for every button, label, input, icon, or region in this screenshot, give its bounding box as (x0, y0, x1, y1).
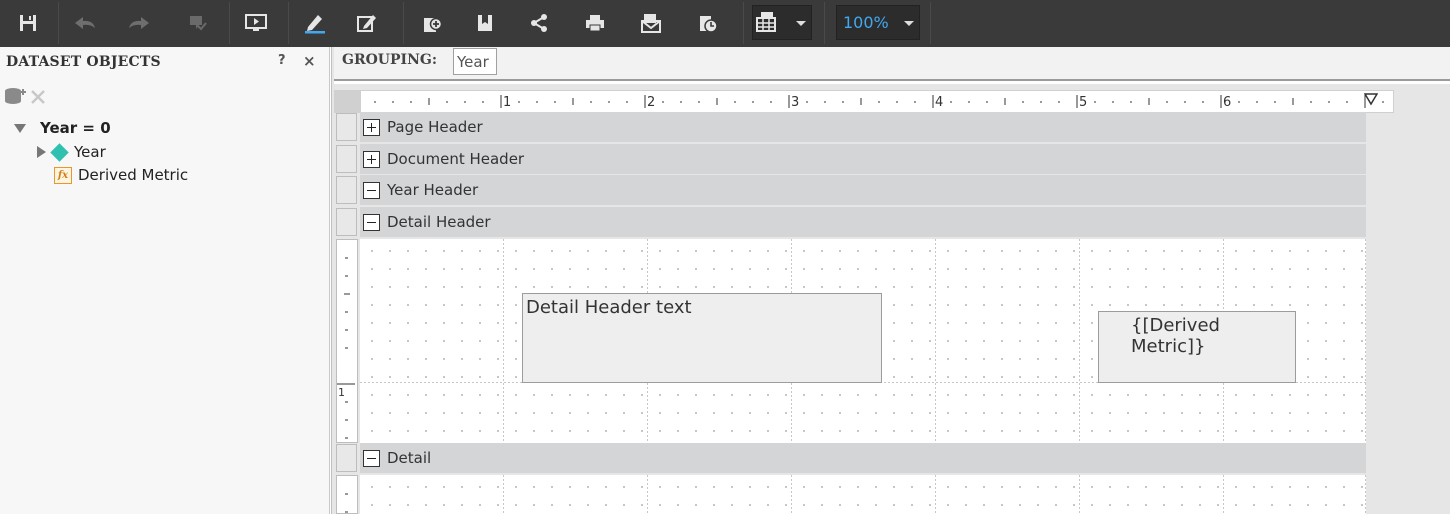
expand-icon[interactable] (363, 150, 380, 168)
band-page-header[interactable]: Page Header (360, 112, 1366, 142)
band-detail[interactable]: Detail (360, 443, 1366, 473)
pen-icon[interactable] (297, 7, 333, 39)
ruler-number: 4 (935, 95, 943, 110)
band-tab[interactable] (336, 208, 357, 236)
band-label: Detail (387, 449, 432, 467)
ruler-number: 3 (791, 95, 799, 110)
tree-item-label: Derived Metric (78, 166, 189, 184)
derived-metric-text-box[interactable]: {[Derived Metric]} (1098, 311, 1296, 383)
ruler-number: 2 (647, 95, 655, 110)
band-tab[interactable] (336, 113, 357, 141)
right-margin-marker-icon[interactable] (1364, 92, 1378, 106)
attribute-icon (50, 142, 69, 162)
band-label: Detail Header (387, 213, 491, 231)
stamp-icon[interactable] (179, 7, 215, 39)
report-canvas: 1 2 3 4 5 6 Page Header Document Header Year … (334, 84, 1450, 514)
zoom-value: 100% (843, 13, 889, 32)
email-icon[interactable] (633, 7, 669, 39)
close-icon[interactable]: × (303, 52, 316, 70)
schedule-icon[interactable] (690, 7, 726, 39)
ruler-number: 6 (1223, 95, 1231, 110)
collapse-icon[interactable] (363, 181, 380, 199)
detail-header-section[interactable]: Detail Header text {[Derived Metric]} (360, 239, 1366, 443)
tree-item-label: Year (74, 143, 106, 161)
tree-item-year[interactable]: Year (37, 141, 106, 163)
metric-icon: fx (54, 166, 72, 184)
print-icon[interactable] (577, 7, 613, 39)
share-icon[interactable] (521, 7, 557, 39)
tree-item-derived-metric[interactable]: fx Derived Metric (54, 164, 188, 186)
remove-dataset-icon[interactable] (29, 88, 47, 110)
edit-icon[interactable] (349, 7, 385, 39)
collapse-icon[interactable] (363, 449, 380, 467)
collapse-arrow-icon[interactable] (14, 123, 26, 133)
grouping-chip-year[interactable]: Year (453, 48, 497, 75)
redo-icon[interactable] (121, 7, 157, 39)
layout-icon (755, 10, 777, 36)
tree-group-label: Year = 0 (40, 119, 111, 137)
add-dataset-icon[interactable] (4, 87, 28, 109)
band-label: Page Header (387, 118, 483, 136)
tree-group-year[interactable]: Year = 0 (14, 117, 111, 139)
help-icon[interactable]: ? (278, 53, 286, 68)
band-document-header[interactable]: Document Header (360, 144, 1366, 174)
vertical-ruler: 1 (336, 239, 358, 443)
add-page-icon[interactable] (414, 7, 450, 39)
ruler-number: 1 (503, 95, 511, 110)
grouping-bar: GROUPING: Year (334, 47, 1450, 81)
band-year-header[interactable]: Year Header (360, 175, 1366, 205)
dataset-objects-panel: DATASET OBJECTS ? × Year = 0 Year fx Der… (0, 47, 330, 514)
detail-header-text-box[interactable]: Detail Header text (522, 293, 882, 383)
present-icon[interactable] (238, 7, 274, 39)
save-icon[interactable] (10, 7, 46, 39)
expand-arrow-icon[interactable] (37, 146, 46, 158)
chevron-down-icon (904, 21, 914, 26)
band-label: Year Header (387, 181, 479, 199)
band-label: Document Header (387, 150, 525, 168)
band-tab[interactable] (336, 444, 357, 472)
expand-icon[interactable] (363, 118, 380, 136)
band-detail-header[interactable]: Detail Header (360, 207, 1366, 237)
ruler-number: 5 (1079, 95, 1087, 110)
vruler-number: 1 (338, 386, 345, 399)
detail-section[interactable] (360, 475, 1366, 514)
panel-title: DATASET OBJECTS (6, 54, 161, 70)
horizontal-ruler: 1 2 3 4 5 6 (360, 90, 1394, 113)
toolbar: 100% (0, 0, 1450, 47)
layout-dropdown[interactable] (752, 5, 812, 40)
collapse-icon[interactable] (363, 213, 380, 231)
zoom-dropdown[interactable]: 100% (836, 5, 920, 40)
bookmark-icon[interactable] (467, 7, 503, 39)
chevron-down-icon (796, 21, 806, 26)
band-tab[interactable] (336, 176, 357, 204)
undo-icon[interactable] (67, 7, 103, 39)
grouping-label: GROUPING: (342, 52, 437, 68)
band-tab[interactable] (336, 145, 357, 173)
vertical-ruler (336, 475, 358, 514)
ruler-corner (334, 90, 360, 113)
